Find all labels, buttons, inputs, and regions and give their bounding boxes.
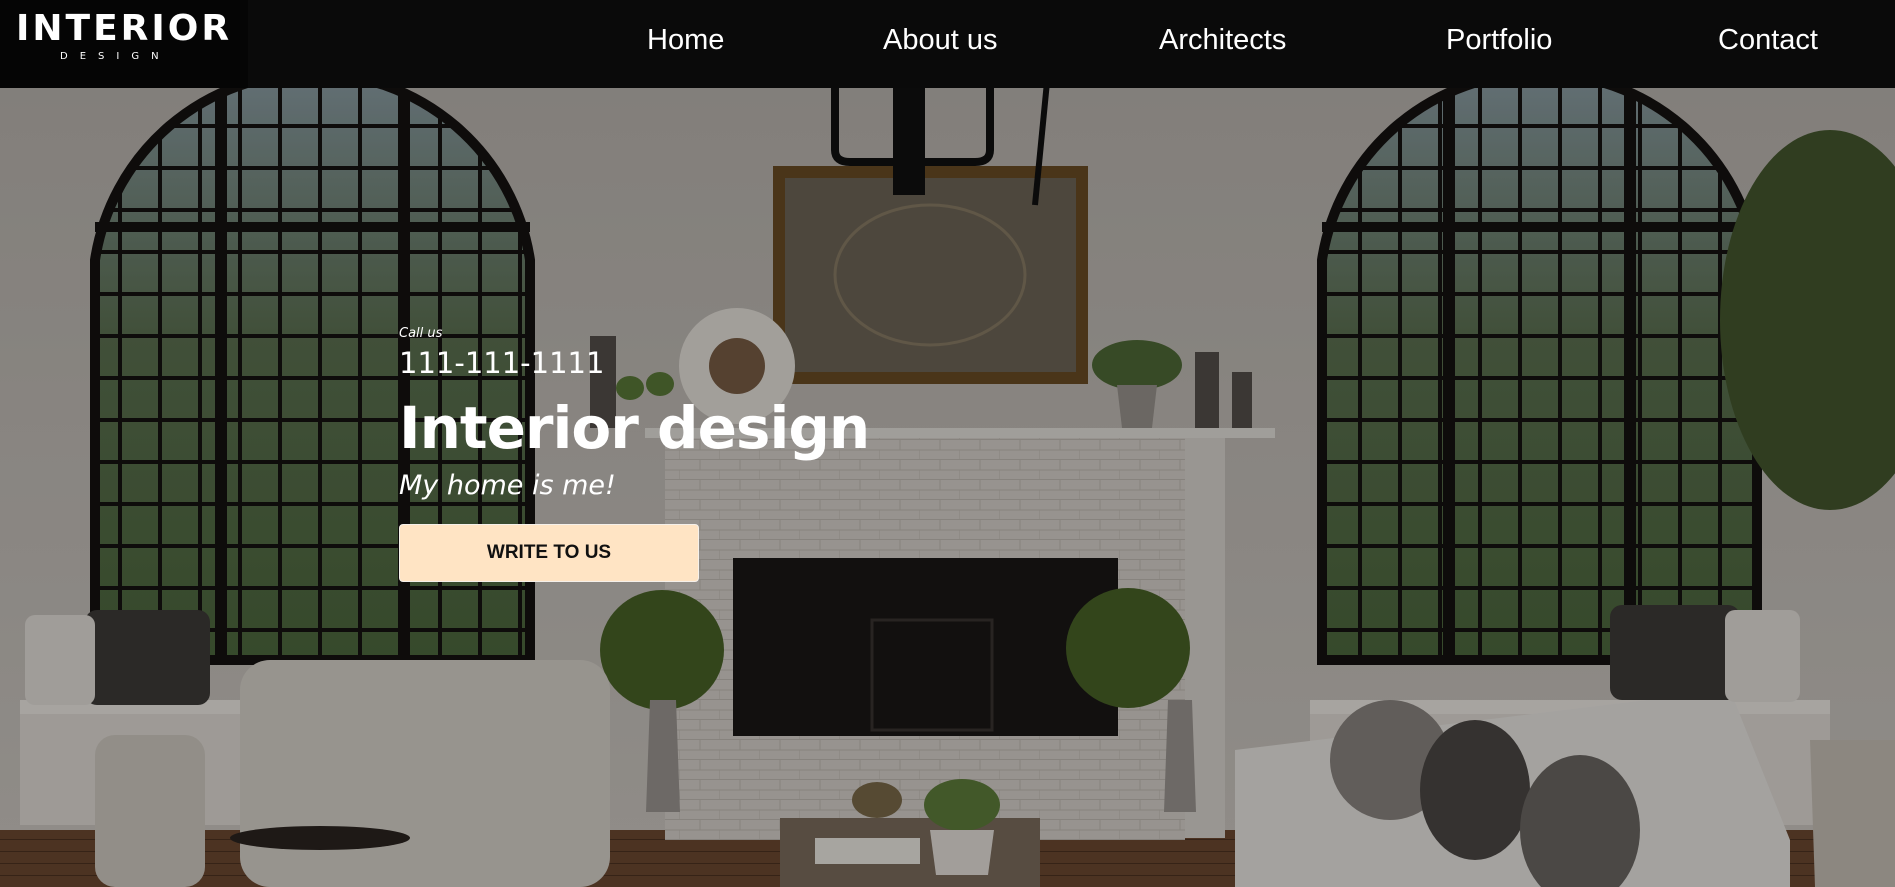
site-logo[interactable]: INTERIOR DESIGN: [0, 0, 248, 88]
nav-link-architects[interactable]: Architects: [1159, 24, 1286, 57]
phone-number[interactable]: 111-111-1111: [399, 346, 604, 380]
nav-link-about-us[interactable]: About us: [883, 24, 997, 57]
write-to-us-button[interactable]: WRITE TO US: [399, 524, 699, 582]
logo-subtitle: DESIGN: [60, 51, 171, 62]
nav-link-contact[interactable]: Contact: [1718, 24, 1818, 57]
call-us-label: Call us: [399, 326, 443, 341]
hero-tagline: My home is me!: [399, 470, 616, 501]
logo-wordmark: INTERIOR: [16, 8, 233, 49]
nav-link-home[interactable]: Home: [647, 24, 724, 57]
hero-background-image: [0, 0, 1895, 887]
nav-link-portfolio[interactable]: Portfolio: [1446, 24, 1552, 57]
hero-title: Interior design: [399, 394, 870, 462]
top-navigation-bar: INTERIOR DESIGN Home About us Architects…: [0, 0, 1895, 88]
